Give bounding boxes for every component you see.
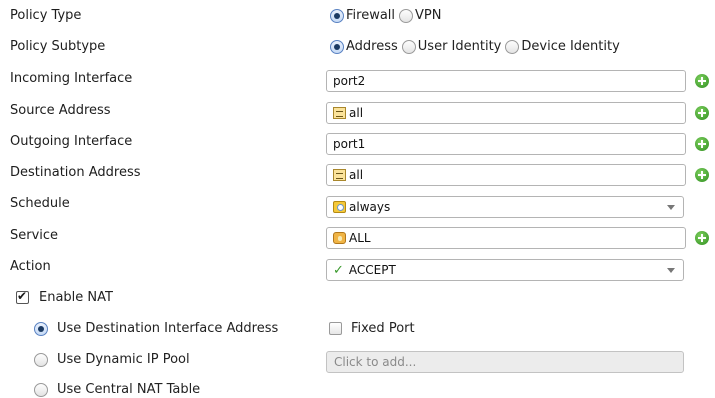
service-icon: [333, 232, 346, 244]
schedule-label: Schedule: [10, 196, 70, 211]
destination-address-value: all: [349, 168, 364, 182]
address-icon: [333, 169, 346, 181]
policy-type-vpn-label: VPN: [415, 8, 442, 23]
policy-type-label: Policy Type: [10, 8, 82, 23]
policy-subtype-address-label: Address: [346, 39, 398, 54]
nat-option-central-nat-table[interactable]: Use Central NAT Table: [34, 382, 200, 397]
policy-type-firewall-option[interactable]: Firewall: [330, 8, 399, 23]
add-destination-address-icon[interactable]: [695, 168, 709, 182]
policy-subtype-label: Policy Subtype: [10, 39, 106, 54]
source-address-value: all: [349, 106, 364, 120]
policy-subtype-user-identity-option[interactable]: User Identity: [401, 39, 506, 54]
enable-nat-checkbox[interactable]: [16, 289, 29, 304]
destination-address-label: Destination Address: [10, 165, 141, 180]
fixed-port-label: Fixed Port: [351, 321, 415, 336]
add-service-icon[interactable]: [695, 231, 709, 245]
add-incoming-interface-icon[interactable]: [695, 74, 709, 88]
add-outgoing-interface-icon[interactable]: [695, 137, 709, 151]
destination-address-field[interactable]: all: [326, 164, 686, 186]
chevron-down-icon: [667, 268, 675, 273]
outgoing-interface-label: Outgoing Interface: [10, 134, 133, 149]
nat-option-dynamic-ip-pool-label: Use Dynamic IP Pool: [57, 352, 190, 367]
schedule-value: always: [349, 200, 391, 214]
radio-unselected-icon[interactable]: [399, 8, 414, 23]
policy-subtype-device-identity-option[interactable]: Device Identity: [505, 39, 623, 54]
nat-option-destination-interface-label: Use Destination Interface Address: [57, 321, 279, 336]
action-value: ACCEPT: [348, 263, 396, 277]
policy-subtype-address-option[interactable]: Address: [330, 39, 402, 54]
checkmark-icon: ✓: [333, 262, 344, 278]
policy-type-firewall-label: Firewall: [346, 8, 396, 23]
source-address-field[interactable]: all: [326, 102, 686, 124]
nat-option-dynamic-ip-pool[interactable]: Use Dynamic IP Pool: [34, 352, 190, 367]
outgoing-interface-field[interactable]: port1: [326, 133, 686, 155]
incoming-interface-label: Incoming Interface: [10, 71, 133, 86]
radio-unselected-icon[interactable]: [401, 39, 416, 54]
radio-unselected-icon[interactable]: [505, 39, 520, 54]
service-value: ALL: [349, 231, 371, 245]
radio-unselected-icon[interactable]: [34, 382, 48, 397]
policy-subtype-device-identity-label: Device Identity: [521, 39, 620, 54]
address-icon: [333, 107, 346, 119]
action-label: Action: [10, 259, 51, 274]
add-source-address-icon[interactable]: [695, 106, 709, 120]
chevron-down-icon: [667, 205, 675, 210]
radio-selected-icon[interactable]: [330, 8, 344, 23]
radio-unselected-icon[interactable]: [34, 352, 48, 367]
action-select[interactable]: ✓ ACCEPT: [326, 259, 684, 281]
service-label: Service: [10, 228, 59, 243]
nat-option-central-nat-table-label: Use Central NAT Table: [57, 382, 201, 397]
ip-pool-placeholder: Click to add...: [334, 355, 417, 369]
source-address-label: Source Address: [10, 103, 111, 118]
radio-selected-icon[interactable]: [330, 39, 344, 54]
fixed-port-row[interactable]: Fixed Port: [329, 321, 415, 336]
policy-subtype-radio-group: Address User Identity Device Identity: [330, 39, 624, 54]
incoming-interface-value: port2: [333, 74, 366, 88]
enable-nat-label: Enable NAT: [39, 290, 113, 305]
fixed-port-checkbox[interactable]: [329, 322, 342, 335]
enable-nat-row[interactable]: Enable NAT: [16, 289, 113, 305]
schedule-select[interactable]: always: [326, 196, 684, 218]
ip-pool-input[interactable]: Click to add...: [326, 351, 684, 373]
policy-type-radio-group: Firewall VPN: [330, 8, 446, 23]
policy-type-vpn-option[interactable]: VPN: [399, 8, 445, 23]
incoming-interface-field[interactable]: port2: [326, 70, 686, 92]
policy-subtype-user-identity-label: User Identity: [417, 39, 502, 54]
nat-option-destination-interface[interactable]: Use Destination Interface Address: [34, 321, 278, 336]
radio-selected-icon[interactable]: [34, 321, 48, 336]
service-field[interactable]: ALL: [326, 227, 686, 249]
outgoing-interface-value: port1: [333, 137, 366, 151]
schedule-icon: [333, 201, 346, 213]
